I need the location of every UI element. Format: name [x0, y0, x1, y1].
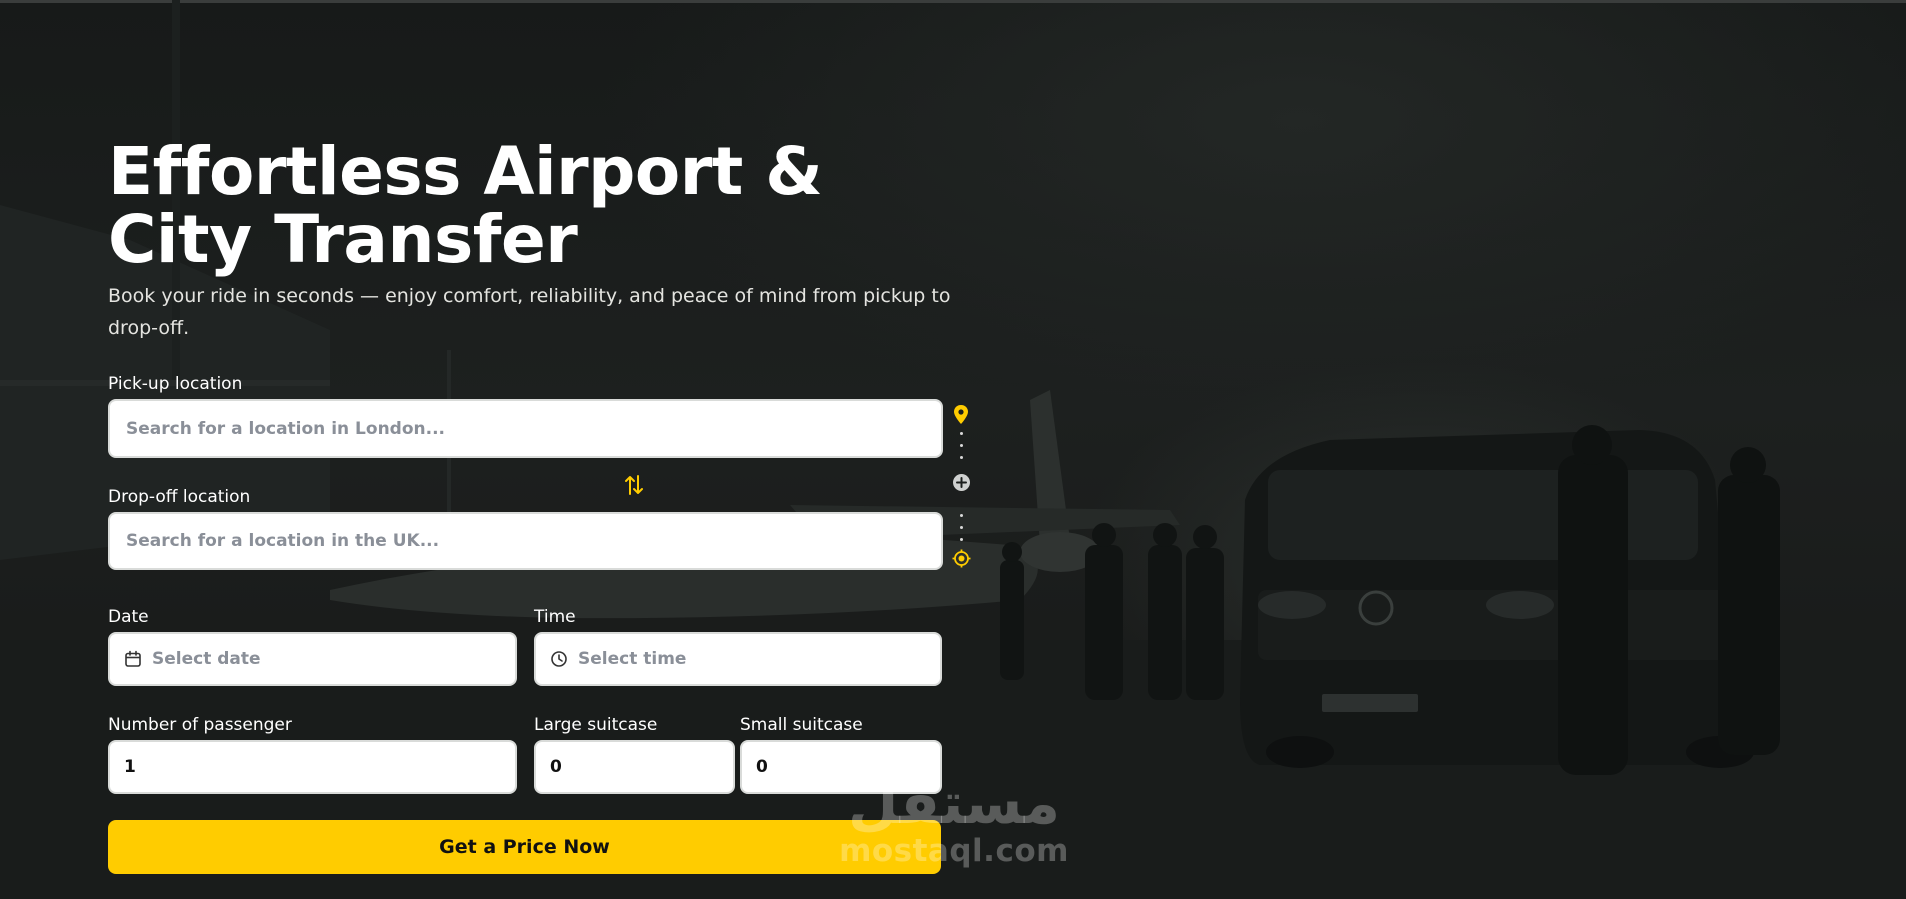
- time-label: Time: [534, 607, 576, 627]
- large-suitcase-value[interactable]: 0: [550, 757, 562, 777]
- time-field[interactable]: Select time: [534, 632, 942, 686]
- watermark-logo: مستقل mostaql.com: [836, 772, 1072, 868]
- map-pin-icon: [954, 405, 968, 424]
- large-suitcase-label: Large suitcase: [534, 715, 658, 735]
- dropoff-field[interactable]: [108, 512, 943, 570]
- date-label: Date: [108, 607, 149, 627]
- large-suitcase-field[interactable]: 0: [534, 740, 735, 794]
- pickup-label: Pick-up location: [108, 374, 243, 394]
- passengers-value[interactable]: 1: [124, 757, 136, 777]
- add-stop-icon[interactable]: [952, 473, 971, 492]
- pickup-field[interactable]: [108, 399, 943, 458]
- dropoff-label: Drop-off location: [108, 487, 251, 507]
- date-placeholder: Select date: [152, 649, 261, 669]
- watermark-arabic: مستقل: [847, 769, 1061, 837]
- get-price-button[interactable]: Get a Price Now: [108, 820, 941, 874]
- watermark-latin: mostaql.com: [839, 833, 1069, 869]
- calendar-icon: [125, 650, 141, 667]
- dropoff-input[interactable]: [124, 530, 941, 552]
- target-location-icon: [952, 549, 971, 568]
- route-indicator: [945, 404, 979, 574]
- small-suitcase-value[interactable]: 0: [756, 757, 768, 777]
- small-suitcase-label: Small suitcase: [740, 715, 863, 735]
- swap-icon[interactable]: [624, 474, 644, 496]
- passengers-label: Number of passenger: [108, 715, 292, 735]
- page-subtitle: Book your ride in seconds — enjoy comfor…: [108, 285, 951, 339]
- hero-section: Effortless Airport & City Transfer Book …: [0, 0, 1906, 899]
- page-title: Effortless Airport & City Transfer: [108, 133, 823, 278]
- time-placeholder: Select time: [578, 649, 687, 669]
- passengers-field[interactable]: 1: [108, 740, 517, 794]
- clock-icon: [551, 651, 567, 667]
- pickup-input[interactable]: [124, 417, 941, 440]
- date-field[interactable]: Select date: [108, 632, 517, 686]
